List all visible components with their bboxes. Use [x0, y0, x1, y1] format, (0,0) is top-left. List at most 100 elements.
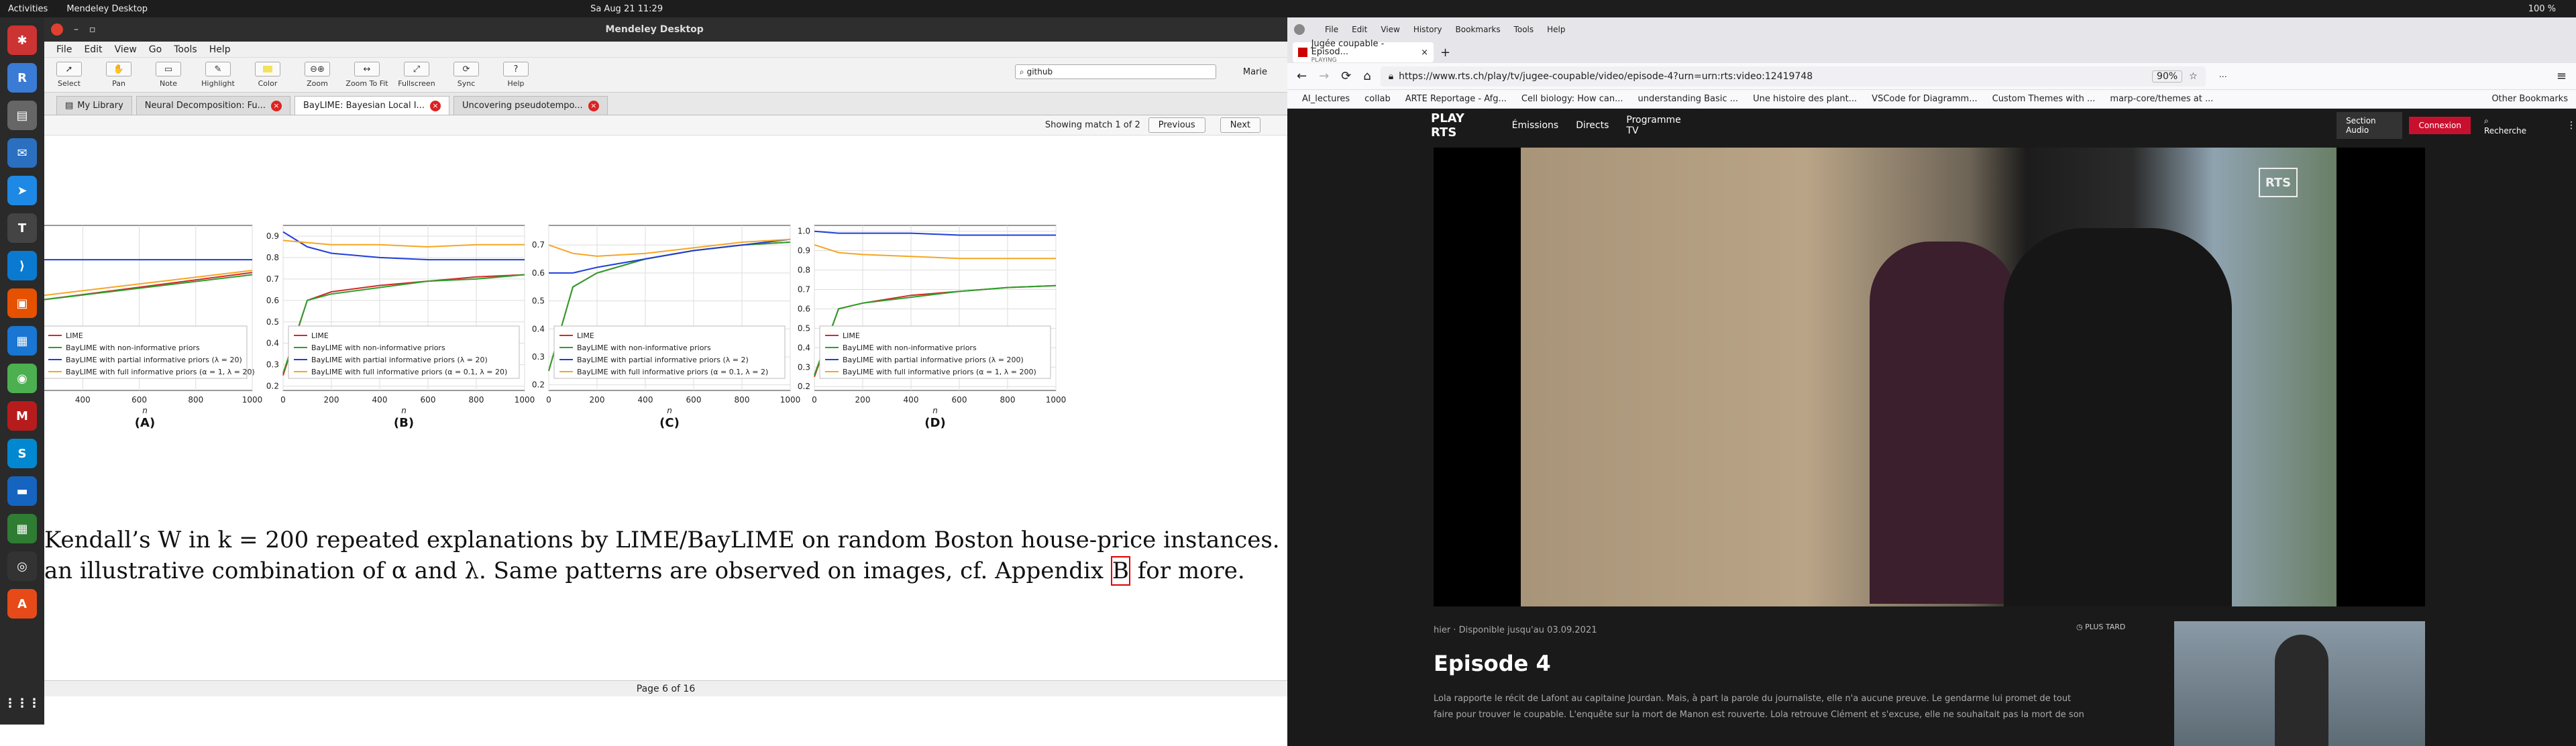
bookmark-item[interactable]: understanding Basic ...	[1638, 94, 1738, 104]
nav-directs[interactable]: Directs	[1576, 120, 1609, 131]
software-icon[interactable]: A	[7, 589, 37, 619]
menu-file[interactable]: File	[1325, 25, 1338, 34]
bookmark-item[interactable]: VSCode for Diagramm...	[1872, 94, 1977, 104]
app-icon[interactable]: R	[7, 63, 37, 93]
login-button[interactable]: Connexion	[2409, 117, 2471, 134]
bookmark-item[interactable]: ARTE Reportage - Afg...	[1405, 94, 1507, 104]
extensions-icon[interactable]: ⋯	[2219, 72, 2227, 81]
nav-programme[interactable]: Programme TV	[1626, 115, 1686, 136]
writer-icon[interactable]: ▬	[7, 476, 37, 506]
search-input[interactable]: ⌕ github	[1014, 64, 1216, 79]
menu-go[interactable]: Go	[149, 44, 162, 55]
app-icon[interactable]: ▣	[7, 288, 37, 318]
maximize-icon[interactable]: ▫	[89, 24, 96, 35]
close-window-icon[interactable]	[1294, 24, 1305, 35]
menu-bookmarks[interactable]: Bookmarks	[1456, 25, 1501, 34]
tab-document[interactable]: Neural Decomposition: Fu... ×	[136, 96, 290, 115]
new-tab-icon[interactable]: +	[1440, 46, 1450, 60]
close-tab-icon[interactable]: ×	[271, 100, 282, 111]
color-tool[interactable]: Color	[243, 62, 292, 88]
chat-icon[interactable]: ✉	[7, 138, 37, 168]
reload-icon[interactable]: ⟳	[1341, 69, 1351, 83]
bookmark-item[interactable]: AI_lectures	[1302, 94, 1350, 104]
highlight-tool[interactable]: ✎ Highlight	[193, 62, 243, 88]
pan-tool[interactable]: ✋ Pan	[94, 62, 144, 88]
bookmark-item[interactable]: Une histoire des plant...	[1753, 94, 1857, 104]
other-bookmarks[interactable]: Other Bookmarks	[2491, 94, 2568, 104]
menu-edit[interactable]: Edit	[84, 44, 102, 55]
menu-view[interactable]: View	[1381, 25, 1399, 34]
menu-tools[interactable]: Tools	[174, 44, 197, 55]
url-field[interactable]: 🔒︎ https://www.rts.ch/play/tv/jugee-coup…	[1380, 66, 2206, 87]
bookmark-star-icon[interactable]: ☆	[2189, 71, 2198, 82]
back-icon[interactable]: ←	[1297, 69, 1307, 83]
clock[interactable]: Sa Aug 21 11:29	[590, 4, 663, 14]
calc-icon[interactable]: ▦	[7, 514, 37, 543]
tab-document[interactable]: Uncovering pseudotempo... ×	[453, 96, 608, 115]
minimize-icon[interactable]: –	[74, 24, 78, 35]
close-icon[interactable]	[51, 23, 63, 36]
zoom-tool[interactable]: ⊖⊕ Zoom	[292, 62, 342, 88]
forward-icon[interactable]: →	[1319, 69, 1329, 83]
activities-button[interactable]: Activities	[8, 4, 48, 14]
tab-my-library[interactable]: ▤ My Library	[56, 96, 132, 115]
bookmark-item[interactable]: Cell biology: How can...	[1521, 94, 1623, 104]
y-tick-label: 0.6	[798, 304, 810, 313]
bookmark-item[interactable]: Custom Themes with ...	[1992, 94, 2096, 104]
menu-help[interactable]: Help	[209, 44, 231, 55]
bookmark-item[interactable]: marp-core/themes at ...	[2110, 94, 2213, 104]
skype-icon[interactable]: S	[7, 439, 37, 468]
hamburger-menu-icon[interactable]: ≡	[2557, 69, 2567, 83]
help-tool[interactable]: ? Help	[491, 62, 541, 88]
calendar-icon[interactable]: ▦	[7, 326, 37, 356]
menu-view[interactable]: View	[115, 44, 137, 55]
x-tick-label: 400	[75, 395, 91, 405]
mendeley-icon[interactable]: M	[7, 401, 37, 431]
search-button[interactable]: ⌕ Recherche	[2484, 116, 2526, 136]
app-menu[interactable]: Mendeley Desktop	[66, 4, 148, 14]
terminal-icon[interactable]: T	[7, 213, 37, 243]
app-icon[interactable]: ✱	[7, 25, 37, 55]
battery-indicator[interactable]: 100 %	[2528, 4, 2556, 14]
thumbnail-image[interactable]	[2174, 621, 2425, 746]
tab-document-active[interactable]: BayLIME: Bayesian Local I... ×	[294, 96, 449, 115]
menu-file[interactable]: File	[56, 44, 72, 55]
rhythmbox-icon[interactable]: ◎	[7, 551, 37, 581]
next-match-button[interactable]: Next	[1220, 117, 1260, 133]
menu-help[interactable]: Help	[1547, 25, 1565, 34]
pdf-viewer[interactable]: 400 600 800 1000 LIME BayLIME with non-inform…	[44, 136, 1287, 680]
close-tab-icon[interactable]: ×	[1421, 48, 1428, 58]
section-audio-button[interactable]: Section Audio	[2337, 112, 2403, 139]
browser-tab-active[interactable]: Jugée coupable - Episod... PLAYING ×	[1293, 40, 1434, 64]
vscode-icon[interactable]: ⟩	[7, 251, 37, 280]
close-tab-icon[interactable]: ×	[588, 100, 599, 111]
bookmark-item[interactable]: collab	[1364, 94, 1391, 104]
close-tab-icon[interactable]: ×	[429, 100, 441, 111]
menu-history[interactable]: History	[1413, 25, 1442, 34]
show-apps-icon[interactable]: ⋮⋮⋮	[4, 688, 40, 718]
watch-later-button[interactable]: ◷ PLUS TARD	[2076, 623, 2125, 631]
fullscreen-tool[interactable]: ⤢ Fullscreen	[392, 62, 441, 88]
x-tick-label: 600	[952, 395, 967, 405]
chrome-icon[interactable]: ◉	[7, 364, 37, 393]
nav-emissions[interactable]: Émissions	[1512, 120, 1559, 131]
menu-tools[interactable]: Tools	[1514, 25, 1534, 34]
zoom-level[interactable]: 90%	[2152, 70, 2183, 83]
more-menu-icon[interactable]: ⋮	[2567, 120, 2576, 131]
search-highlight[interactable]: B	[1110, 556, 1130, 586]
rts-logo[interactable]: PLAY RTS	[1431, 111, 1485, 140]
note-tool[interactable]: ▭ Note	[144, 62, 193, 88]
select-tool[interactable]: ➚ Select	[44, 62, 94, 88]
home-icon[interactable]: ⌂	[1363, 69, 1371, 83]
telegram-icon[interactable]: ➤	[7, 176, 37, 205]
y-tick-label: 0.6	[532, 268, 545, 278]
menu-edit[interactable]: Edit	[1352, 25, 1367, 34]
zoom-to-fit-tool[interactable]: ↔ Zoom To Fit	[342, 62, 392, 88]
video-player[interactable]: RTS	[1434, 148, 2425, 606]
episode-description-1: Lola rapporte le récit de Lafont au capi…	[1434, 694, 2072, 704]
user-name[interactable]: Marie	[1243, 67, 1267, 77]
sync-tool[interactable]: ⟳ Sync	[441, 62, 491, 88]
files-icon[interactable]: ▤	[7, 101, 37, 130]
figure-charts: 400 600 800 1000 LIME BayLIME with non-inform…	[44, 225, 1066, 430]
previous-match-button[interactable]: Previous	[1148, 117, 1205, 133]
